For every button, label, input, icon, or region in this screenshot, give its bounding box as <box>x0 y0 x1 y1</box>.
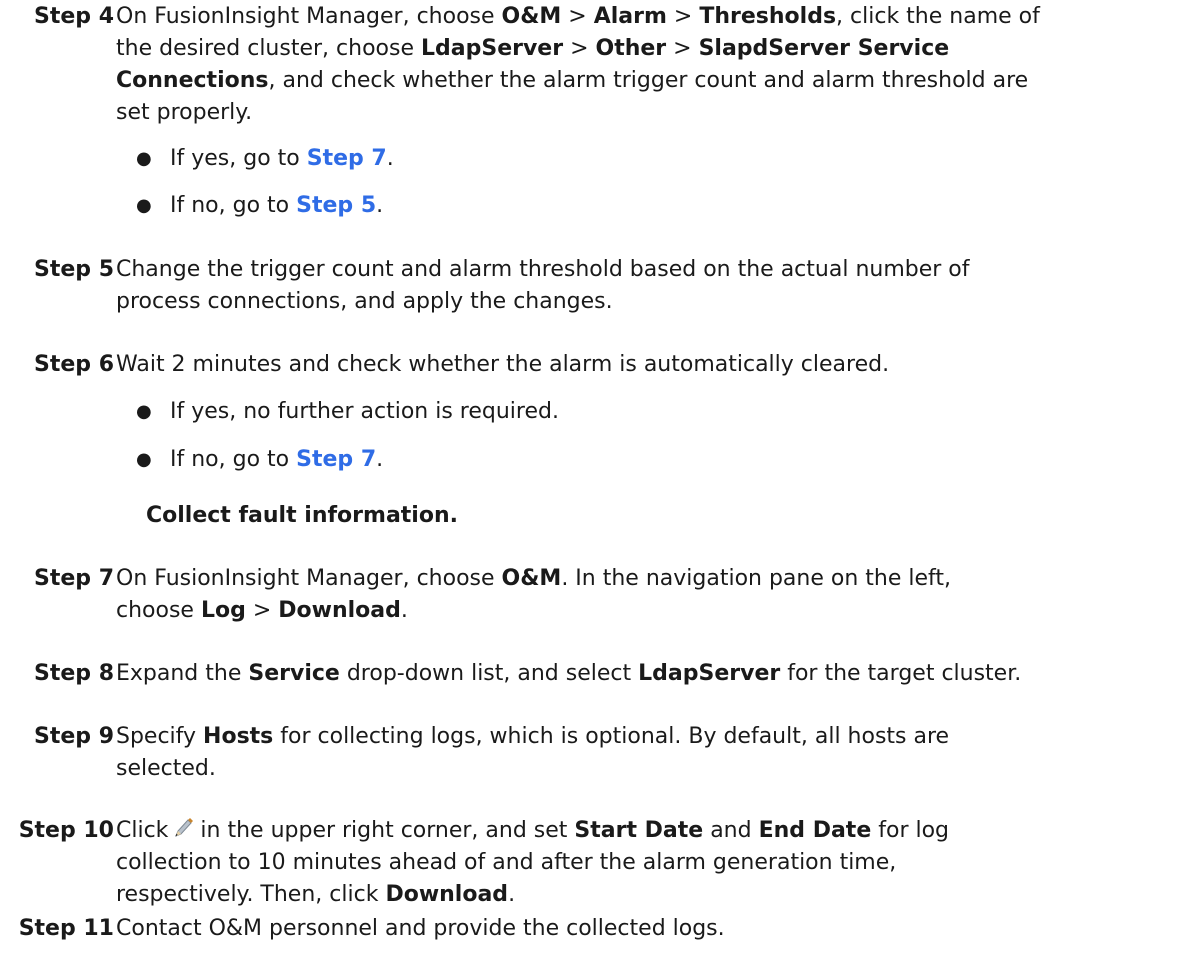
bullet-icon: ● <box>136 401 152 422</box>
step-5-link[interactable]: Step 5 <box>296 193 376 218</box>
step-body: Expand the Service drop-down list, and s… <box>116 658 1171 690</box>
step-body: Wait 2 minutes and check whether the ala… <box>116 349 1171 381</box>
list-item: ● If no, go to Step 5. <box>0 190 1181 222</box>
step-label: Step 11 <box>18 916 114 941</box>
text-line: choose Log > Download. <box>116 598 408 623</box>
section-heading: Collect fault information. <box>146 503 458 528</box>
step-label: Step 7 <box>34 566 114 591</box>
step-body: Click in the upper right corner, and set … <box>116 815 1171 911</box>
list-item: ● If yes, no further action is required. <box>0 396 1181 428</box>
step-body: On FusionInsight Manager, choose O&M > A… <box>116 1 1171 129</box>
text-line: Click in the upper right corner, and set … <box>116 816 950 843</box>
step-7-link[interactable]: Step 7 <box>307 146 387 171</box>
edit-pencil-icon[interactable] <box>172 816 194 840</box>
text-line: Connections, and check whether the alarm… <box>116 68 1029 93</box>
step-body: Contact O&M personnel and provide the co… <box>116 913 1171 945</box>
bullet-icon: ● <box>136 195 152 216</box>
bullet-icon: ● <box>136 148 152 169</box>
bullet-icon: ● <box>136 449 152 470</box>
step-body: On FusionInsight Manager, choose O&M. In… <box>116 563 1171 627</box>
text-line: Contact O&M personnel and provide the co… <box>116 916 725 941</box>
step-label: Step 10 <box>18 818 114 843</box>
text-line: collection to 10 minutes ahead of and af… <box>116 850 897 875</box>
text-line: Change the trigger count and alarm thres… <box>116 257 970 282</box>
text-line: Expand the Service drop-down list, and s… <box>116 661 1022 686</box>
step-label: Step 9 <box>34 724 114 749</box>
step-7-link[interactable]: Step 7 <box>296 447 376 472</box>
step-body: Change the trigger count and alarm thres… <box>116 254 1171 318</box>
text-line: Wait 2 minutes and check whether the ala… <box>116 352 890 377</box>
text-line: the desired cluster, choose LdapServer >… <box>116 36 950 61</box>
text-line: On FusionInsight Manager, choose O&M > A… <box>116 4 1040 29</box>
text-line: On FusionInsight Manager, choose O&M. In… <box>116 566 951 591</box>
step-label: Step 4 <box>34 4 114 29</box>
text-line: set properly. <box>116 100 253 125</box>
step-label: Step 8 <box>34 661 114 686</box>
list-item: ● If no, go to Step 7. <box>0 444 1181 476</box>
step-body: Specify Hosts for collecting logs, which… <box>116 721 1171 785</box>
text-line: selected. <box>116 756 216 781</box>
step-label: Step 5 <box>34 257 114 282</box>
text-line: process connections, and apply the chang… <box>116 289 613 314</box>
list-item: ● If yes, go to Step 7. <box>0 143 1181 175</box>
text-line: Specify Hosts for collecting logs, which… <box>116 724 950 749</box>
step-label: Step 6 <box>34 352 114 377</box>
text-line: respectively. Then, click Download. <box>116 882 516 907</box>
